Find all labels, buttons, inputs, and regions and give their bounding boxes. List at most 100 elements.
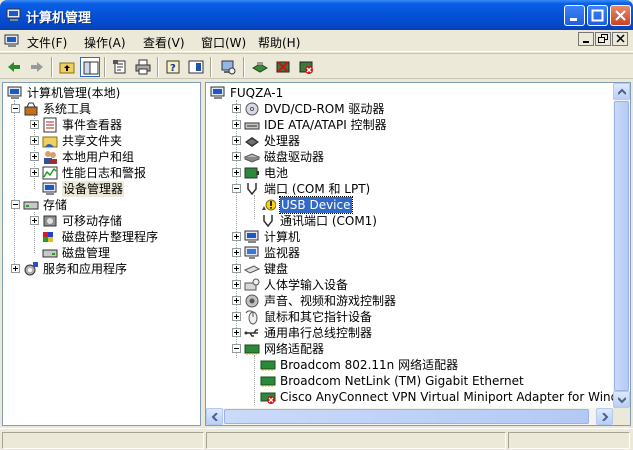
tree-label: 服务和应用程序: [43, 262, 128, 276]
status-bar: [0, 428, 633, 450]
usb-icon: [244, 329, 258, 337]
update-driver-button[interactable]: [250, 57, 270, 77]
toolbar-separator: [157, 57, 159, 77]
tree-line: [254, 195, 255, 219]
shared-folder-icon: [42, 136, 58, 148]
uninstall-device-button[interactable]: [296, 57, 316, 77]
scroll-up-button[interactable]: [613, 83, 630, 100]
expand-toggle[interactable]: [232, 136, 241, 145]
expand-toggle[interactable]: [30, 136, 39, 145]
expand-toggle[interactable]: [232, 280, 241, 289]
title-bar[interactable]: 计算机管理: [0, 0, 633, 30]
expand-toggle[interactable]: [30, 152, 39, 161]
tree-label: FUQZA-1: [230, 86, 284, 100]
minimize-icon: [570, 18, 577, 21]
tree-line: [14, 100, 15, 268]
expand-toggle[interactable]: [232, 312, 241, 321]
collapse-toggle[interactable]: [232, 184, 241, 193]
mdi-restore-button[interactable]: [595, 32, 611, 46]
vertical-scroll-thumb[interactable]: [614, 101, 629, 391]
scan-hardware-button[interactable]: [218, 57, 238, 77]
console-system-menu-icon[interactable]: [4, 33, 20, 49]
properties-button[interactable]: [110, 57, 130, 77]
port-icon: [247, 183, 257, 196]
print-button[interactable]: [133, 57, 153, 77]
toolbar: ?: [0, 53, 633, 79]
menu-bar: 文件(F) 操作(A) 查看(V) 窗口(W) 帮助(H): [0, 30, 633, 52]
mdi-minimize-button[interactable]: [578, 32, 594, 46]
computer-management-icon: [7, 86, 22, 99]
expand-toggle[interactable]: [232, 120, 241, 129]
maximize-icon: [591, 9, 604, 22]
collapse-toggle[interactable]: [11, 104, 20, 113]
scroll-left-button[interactable]: [206, 408, 223, 425]
scroll-down-button[interactable]: [613, 391, 630, 408]
back-button[interactable]: [4, 57, 24, 77]
close-icon: [616, 34, 625, 43]
expand-toggle[interactable]: [11, 264, 20, 273]
expand-toggle[interactable]: [30, 216, 39, 225]
show-hide-tree-button[interactable]: [80, 57, 100, 77]
console-tree-pane[interactable]: 计算机管理(本地) 系统工具 事件查看器 共享文件夹 本地用户和组 性能日志和警…: [2, 82, 201, 426]
minimize-icon: [583, 41, 589, 43]
disable-device-icon: [276, 61, 290, 73]
menu-help[interactable]: 帮助(H): [258, 34, 300, 51]
expand-toggle[interactable]: [30, 168, 39, 177]
menu-action[interactable]: 操作(A): [84, 34, 126, 51]
event-viewer-icon: [43, 117, 57, 133]
minimize-button[interactable]: [564, 5, 585, 26]
tree-label: 电池: [264, 166, 289, 180]
scrollbar-corner: [613, 408, 630, 425]
forward-button[interactable]: [27, 57, 47, 77]
tree-label: 系统工具: [43, 102, 92, 116]
expand-toggle[interactable]: [232, 168, 241, 177]
warning-device-icon: [262, 199, 276, 211]
uninstall-device-icon: [299, 61, 313, 74]
show-tree-icon: [83, 61, 99, 75]
tree-label: 计算机: [264, 230, 301, 244]
expand-toggle[interactable]: [232, 328, 241, 337]
console-tree-button[interactable]: [186, 57, 206, 77]
back-icon: [8, 62, 20, 72]
menu-window[interactable]: 窗口(W): [201, 34, 246, 51]
device-tree-pane[interactable]: FUQZA-1 DVD/CD-ROM 驱动器 IDE ATA/ATAPI 控制器…: [205, 82, 631, 426]
horizontal-scrollbar[interactable]: [206, 408, 613, 425]
help-button[interactable]: ?: [163, 57, 183, 77]
disable-device-button[interactable]: [273, 57, 293, 77]
collapse-toggle[interactable]: [11, 200, 20, 209]
scroll-right-button[interactable]: [596, 408, 613, 425]
horizontal-scroll-thumb[interactable]: [224, 409, 589, 424]
tree-label: Broadcom NetLink (TM) Gigabit Ethernet: [280, 374, 524, 388]
expand-toggle[interactable]: [232, 104, 241, 113]
arrow-up-icon: [618, 88, 626, 95]
tree-label: 网络适配器: [264, 342, 325, 356]
users-icon: [44, 151, 57, 164]
dvd-drive-icon: [245, 102, 259, 116]
tree-label: 共享文件夹: [62, 134, 123, 148]
update-driver-icon: [252, 62, 268, 73]
tree-label: 磁盘驱动器: [264, 150, 325, 164]
arrow-right-icon: [602, 413, 609, 421]
restore-icon: [598, 34, 608, 43]
toolbar-separator: [210, 57, 212, 77]
expand-toggle[interactable]: [232, 152, 241, 161]
mdi-close-button[interactable]: [612, 32, 628, 46]
up-one-level-button[interactable]: [57, 57, 77, 77]
collapse-toggle[interactable]: [232, 344, 241, 353]
tree-label: 端口 (COM 和 LPT): [264, 182, 371, 196]
tree-label: 人体学输入设备: [264, 278, 349, 292]
status-cell: [508, 432, 630, 449]
menu-view[interactable]: 查看(V): [143, 34, 185, 51]
tree-label: 监视器: [264, 246, 301, 260]
expand-toggle[interactable]: [232, 248, 241, 257]
expand-toggle[interactable]: [232, 264, 241, 273]
close-button[interactable]: [610, 5, 631, 26]
menu-file[interactable]: 文件(F): [27, 34, 67, 51]
expand-toggle[interactable]: [30, 120, 39, 129]
expand-toggle[interactable]: [232, 296, 241, 305]
maximize-button[interactable]: [587, 5, 608, 26]
computer-management-icon: [6, 8, 21, 21]
vertical-scrollbar[interactable]: [613, 83, 630, 408]
arrow-down-icon: [618, 397, 626, 404]
expand-toggle[interactable]: [232, 232, 241, 241]
